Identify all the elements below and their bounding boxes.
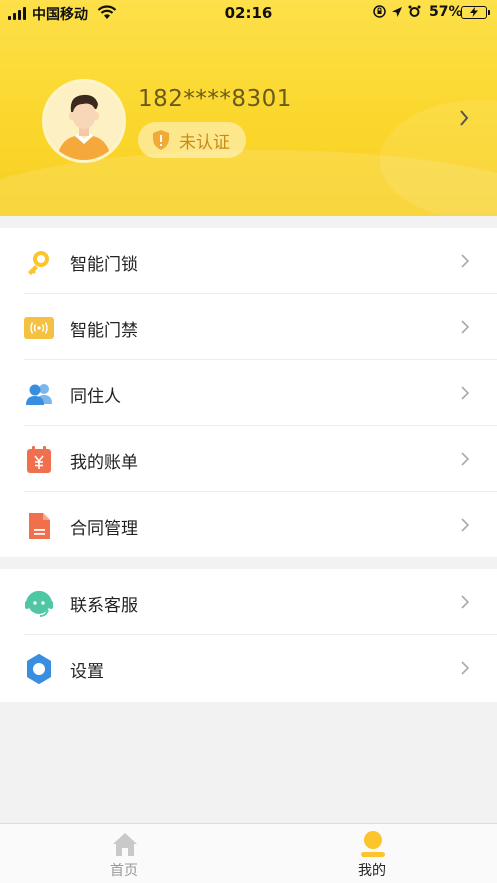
contract-icon xyxy=(29,513,50,539)
user-icon xyxy=(361,831,385,857)
user-phone-number: 182****8301 xyxy=(138,86,292,112)
home-icon xyxy=(113,833,137,856)
menu-card-secondary: 联系客服 设置 xyxy=(0,569,497,702)
chevron-right-icon xyxy=(461,661,470,675)
menu-item-customer-service[interactable]: 联系客服 xyxy=(0,569,497,635)
menu-item-label: 智能门禁 xyxy=(70,321,138,341)
shield-warning-icon xyxy=(153,130,169,150)
headset-icon xyxy=(25,590,53,617)
avatar[interactable] xyxy=(42,79,126,163)
chevron-right-icon xyxy=(461,452,470,466)
location-arrow-icon xyxy=(392,6,402,17)
tab-mine-label: 我的 xyxy=(358,863,386,879)
menu-item-smart-lock[interactable]: 智能门锁 xyxy=(0,228,497,294)
chevron-right-icon xyxy=(461,320,470,334)
settings-gear-icon xyxy=(27,654,51,684)
status-bar: 中国移动 02:16 57% xyxy=(0,0,497,28)
menu-item-label: 设置 xyxy=(70,662,104,682)
menu-item-smart-access[interactable]: 智能门禁 xyxy=(0,294,497,360)
chevron-right-icon xyxy=(461,386,470,400)
orientation-lock-icon xyxy=(373,5,386,18)
people-icon xyxy=(26,384,52,405)
menu-item-label: 智能门锁 xyxy=(70,255,138,275)
menu-item-label: 联系客服 xyxy=(70,596,138,616)
verification-status-label: 未认证 xyxy=(179,132,230,153)
verification-status-badge[interactable]: 未认证 xyxy=(138,122,246,158)
status-icons xyxy=(373,5,421,18)
user-avatar-illustration xyxy=(45,82,123,160)
access-card-icon xyxy=(24,317,54,339)
menu-item-label: 我的账单 xyxy=(70,453,138,473)
battery-percent: 57% xyxy=(429,4,463,20)
tab-mine[interactable]: 我的 xyxy=(248,824,496,883)
menu-item-settings[interactable]: 设置 xyxy=(0,635,497,701)
menu-item-label: 同住人 xyxy=(70,387,121,407)
battery-icon xyxy=(461,6,490,19)
profile-header[interactable]: 中国移动 02:16 57% 182****8301 未认证 xyxy=(0,0,497,216)
chevron-right-icon[interactable] xyxy=(458,108,470,128)
bottom-tab-bar: 首页 我的 xyxy=(0,823,497,883)
menu-item-label: 合同管理 xyxy=(70,519,138,539)
tab-home-label: 首页 xyxy=(110,863,138,879)
key-icon xyxy=(28,251,49,275)
chevron-right-icon xyxy=(461,518,470,532)
alarm-icon xyxy=(408,5,421,17)
menu-item-contract-management[interactable]: 合同管理 xyxy=(0,492,497,558)
menu-item-my-bills[interactable]: 我的账单 xyxy=(0,426,497,492)
tab-home[interactable]: 首页 xyxy=(0,824,248,883)
chevron-right-icon xyxy=(461,595,470,609)
chevron-right-icon xyxy=(461,254,470,268)
status-time: 02:16 xyxy=(224,4,273,22)
menu-item-roommates[interactable]: 同住人 xyxy=(0,360,497,426)
bill-icon xyxy=(27,446,51,473)
menu-card-primary: 智能门锁 智能门禁 同住人 我的账单 合同管理 xyxy=(0,228,497,557)
charging-bolt-icon xyxy=(470,7,478,17)
